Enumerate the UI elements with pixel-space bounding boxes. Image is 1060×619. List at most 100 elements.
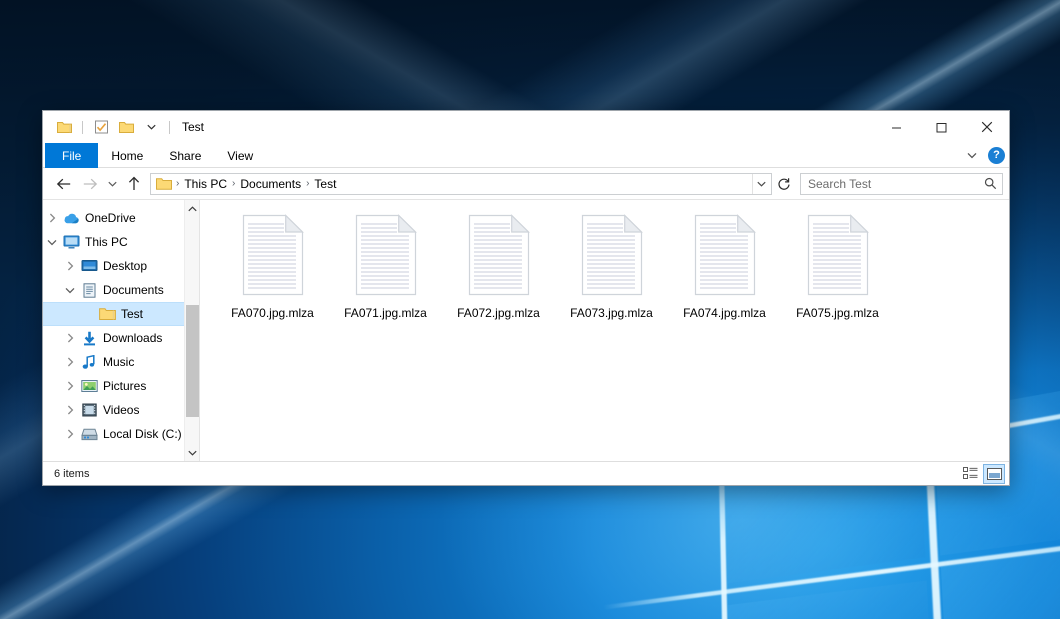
scroll-up-icon[interactable] [185,200,200,217]
chevron-down-icon[interactable] [43,239,61,246]
recent-locations-chevron-down-icon[interactable] [103,172,121,196]
file-explorer-window: Test File Home Share View [42,110,1010,486]
toolbar-divider [82,121,83,134]
monitor-icon [61,235,81,249]
view-buttons [959,464,1005,484]
file-item[interactable]: FA072.jpg.mlza [442,214,555,320]
folder-icon [97,307,117,321]
sidebar-item-videos[interactable]: Videos [43,398,199,422]
sidebar-item-label: This PC [85,235,128,249]
refresh-icon[interactable] [773,173,795,195]
window-title: Test [182,120,204,134]
up-button[interactable] [121,172,147,196]
tab-view[interactable]: View [214,143,266,168]
navigation-pane: OneDrive This PC Desktop Documents Test Downl… [43,200,199,461]
breadcrumb-item-test[interactable]: Test [310,177,340,191]
search-icon[interactable] [984,177,997,190]
chevron-right-icon[interactable] [61,429,79,439]
file-grid: FA070.jpg.mlza FA071.jpg.mlza FA072.jpg.… [216,214,1009,320]
chevron-right-icon[interactable] [61,333,79,343]
ribbon-right-controls: ? [963,143,1005,168]
breadcrumb-item-this-pc[interactable]: This PC [180,177,231,191]
download-icon [79,331,99,346]
sidebar-item-label: Downloads [103,331,162,345]
properties-icon[interactable] [91,117,111,137]
sidebar-item-label: Test [121,307,143,321]
navigation-scrollbar[interactable] [184,200,199,461]
chevron-right-icon[interactable] [61,405,79,415]
search-input[interactable]: Search Test [808,177,984,191]
sidebar-item-pictures[interactable]: Pictures [43,374,199,398]
quick-access-toolbar [43,117,173,137]
chevron-down-icon[interactable] [61,287,79,294]
breadcrumb-chevron-down-icon[interactable] [752,174,769,194]
generic-document-icon [353,214,419,296]
cloud-icon [61,212,81,225]
address-bar-row: › This PC › Documents › Test Search Test [43,168,1009,199]
explorer-body: OneDrive This PC Desktop Documents Test Downl… [43,199,1009,461]
generic-document-icon [805,214,871,296]
tab-file[interactable]: File [45,143,98,168]
file-list-view[interactable]: FA070.jpg.mlza FA071.jpg.mlza FA072.jpg.… [200,200,1009,461]
file-name-label: FA070.jpg.mlza [231,306,314,320]
sidebar-item-onedrive[interactable]: OneDrive [43,206,199,230]
desktop-icon [79,259,99,273]
close-button[interactable] [964,111,1009,143]
file-name-label: FA075.jpg.mlza [796,306,879,320]
tab-share[interactable]: Share [156,143,214,168]
chevron-right-icon[interactable] [61,357,79,367]
scrollbar-track[interactable] [185,217,200,444]
window-controls [874,111,1009,143]
chevron-right-icon[interactable] [61,381,79,391]
status-bar: 6 items [43,461,1009,485]
sidebar-item-documents[interactable]: Documents [43,278,199,302]
chevron-right-icon[interactable] [43,213,61,223]
scroll-down-icon[interactable] [185,444,200,461]
help-icon[interactable]: ? [988,147,1005,164]
file-name-label: FA074.jpg.mlza [683,306,766,320]
sidebar-item-downloads[interactable]: Downloads [43,326,199,350]
back-button[interactable] [51,172,77,196]
sidebar-item-label: Local Disk (C:) [103,427,182,441]
file-item[interactable]: FA070.jpg.mlza [216,214,329,320]
file-item[interactable]: FA074.jpg.mlza [668,214,781,320]
sidebar-item-label: OneDrive [85,211,136,225]
sidebar-item-label: Desktop [103,259,147,273]
tab-home[interactable]: Home [98,143,156,168]
file-name-label: FA072.jpg.mlza [457,306,540,320]
music-icon [79,355,99,370]
file-item[interactable]: FA071.jpg.mlza [329,214,442,320]
details-view-button[interactable] [959,464,981,484]
breadcrumb[interactable]: › This PC › Documents › Test [150,173,772,195]
file-item[interactable]: FA073.jpg.mlza [555,214,668,320]
document-icon [79,283,99,298]
sidebar-item-local-disk-c[interactable]: Local Disk (C:) [43,422,199,446]
sidebar-item-this-pc[interactable]: This PC [43,230,199,254]
folder-icon[interactable] [54,117,74,137]
search-box[interactable]: Search Test [800,173,1003,195]
forward-button[interactable] [77,172,103,196]
maximize-button[interactable] [919,111,964,143]
chevron-down-icon[interactable] [141,117,161,137]
ribbon-tabs: File Home Share View ? [43,143,1009,168]
sidebar-item-desktop[interactable]: Desktop [43,254,199,278]
minimize-button[interactable] [874,111,919,143]
expand-ribbon-chevron-down-icon[interactable] [963,147,981,165]
file-name-label: FA071.jpg.mlza [344,306,427,320]
video-icon [79,403,99,417]
sidebar-item-test[interactable]: Test [43,302,199,326]
toolbar-divider-2 [169,121,170,134]
sidebar-item-label: Pictures [103,379,146,393]
breadcrumb-folder-icon [156,177,172,191]
sidebar-item-label: Documents [103,283,164,297]
scrollbar-thumb[interactable] [186,305,199,417]
new-folder-icon[interactable] [116,117,136,137]
folder-tree: OneDrive This PC Desktop Documents Test Downl… [43,206,199,446]
file-item[interactable]: FA075.jpg.mlza [781,214,894,320]
breadcrumb-item-documents[interactable]: Documents [236,177,305,191]
file-name-label: FA073.jpg.mlza [570,306,653,320]
drive-icon [79,427,99,441]
chevron-right-icon[interactable] [61,261,79,271]
sidebar-item-music[interactable]: Music [43,350,199,374]
large-icons-view-button[interactable] [983,464,1005,484]
